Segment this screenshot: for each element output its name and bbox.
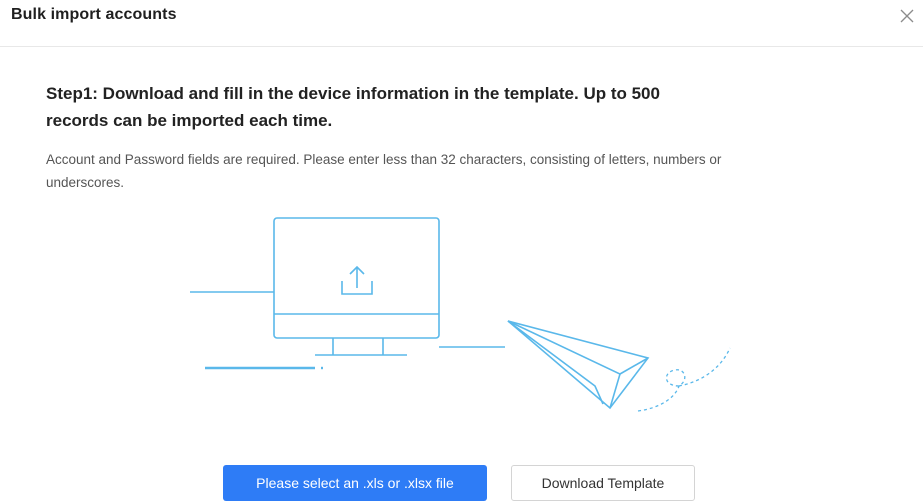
- upload-illustration: [185, 210, 745, 420]
- select-file-button[interactable]: Please select an .xls or .xlsx file: [223, 465, 487, 501]
- paper-plane-icon: [507, 320, 731, 412]
- step1-description: Account and Password fields are required…: [46, 152, 722, 190]
- bulk-import-dialog: Bulk import accounts Step1: Download and…: [0, 0, 923, 501]
- dialog-title: Bulk import accounts: [11, 6, 177, 23]
- dialog-header: Bulk import accounts: [0, 0, 923, 47]
- monitor-upload-icon: [190, 217, 505, 370]
- step1-title: Step1: Download and fill in the device i…: [46, 84, 660, 130]
- download-template-button[interactable]: Download Template: [511, 465, 695, 501]
- close-icon[interactable]: [898, 7, 916, 25]
